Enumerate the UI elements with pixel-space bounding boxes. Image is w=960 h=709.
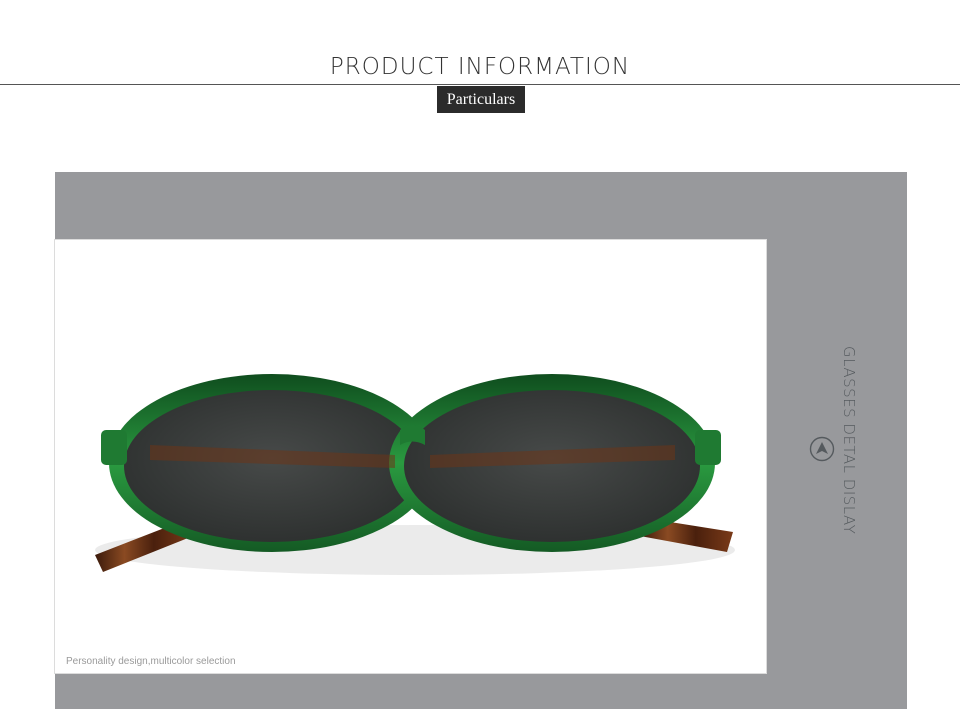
header-divider <box>0 84 960 85</box>
photo-caption: Personality design,multicolor selection <box>66 656 236 667</box>
product-photo-card: Personality design,multicolor selection <box>55 240 766 673</box>
page-title: PRODUCT INFORMATION <box>329 54 631 80</box>
side-label: GLASSES DETAL DISLAY <box>840 346 858 535</box>
sunglasses-image <box>95 374 735 575</box>
arrow-up-circle-icon <box>809 436 835 462</box>
section-tag: Particulars <box>437 86 525 113</box>
